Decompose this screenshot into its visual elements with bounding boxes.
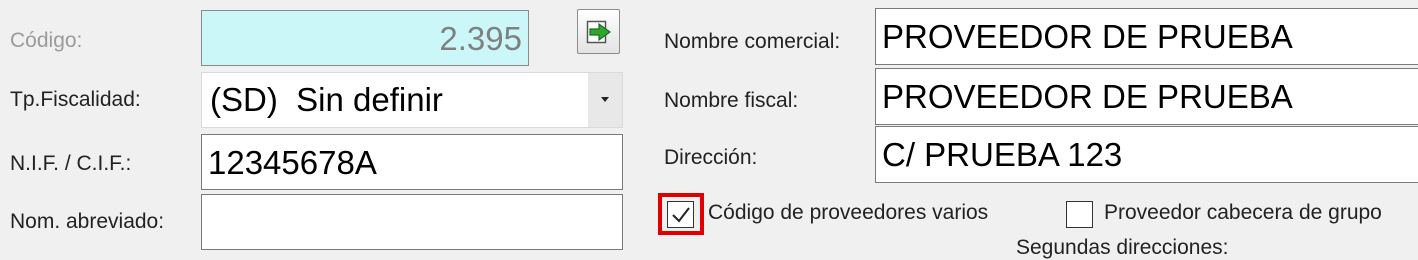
nif-field[interactable]: 12345678A — [201, 134, 623, 190]
direccion-value: C/ PRUEBA 123 — [882, 136, 1123, 173]
nombre-fiscal-label: Nombre fiscal: — [664, 89, 799, 112]
codigo-varios-checkbox[interactable] — [667, 201, 694, 228]
goto-code-button[interactable] — [577, 9, 620, 54]
codigo-varios-label[interactable]: Código de proveedores varios — [708, 201, 988, 225]
tipo-fiscalidad-value: (SD) Sin definir — [210, 81, 443, 118]
nombre-comercial-label: Nombre comercial: — [664, 30, 841, 53]
nombre-comercial-field[interactable]: PROVEEDOR DE PRUEBA — [875, 8, 1418, 65]
tipo-fiscalidad-label: Tp.Fiscalidad: — [10, 88, 141, 111]
tipo-fiscalidad-select[interactable]: (SD) Sin definir — [201, 72, 623, 128]
chevron-down-icon[interactable] — [588, 73, 622, 127]
nombre-comercial-value: PROVEEDOR DE PRUEBA — [882, 18, 1293, 55]
nombre-fiscal-value: PROVEEDOR DE PRUEBA — [882, 78, 1293, 115]
checkmark-icon — [671, 206, 691, 224]
nombre-abreviado-field[interactable] — [201, 194, 623, 250]
codigo-field[interactable]: 2.395 — [201, 10, 529, 66]
codigo-value: 2.395 — [439, 19, 522, 57]
cabecera-grupo-label[interactable]: Proveedor cabecera de grupo — [1104, 201, 1382, 225]
green-arrow-right-icon — [586, 20, 612, 44]
nif-label: N.I.F. / C.I.F.: — [10, 152, 132, 175]
nif-value: 12345678A — [208, 143, 377, 181]
nombre-fiscal-field[interactable]: PROVEEDOR DE PRUEBA — [875, 68, 1418, 125]
nombre-abreviado-label: Nom. abreviado: — [10, 210, 165, 233]
codigo-label: Código: — [10, 29, 83, 52]
direccion-label: Dirección: — [664, 146, 758, 169]
direccion-field[interactable]: C/ PRUEBA 123 — [875, 126, 1418, 183]
segundas-direcciones-label: Segundas direcciones: — [1016, 236, 1229, 259]
cabecera-grupo-checkbox[interactable] — [1066, 201, 1093, 228]
